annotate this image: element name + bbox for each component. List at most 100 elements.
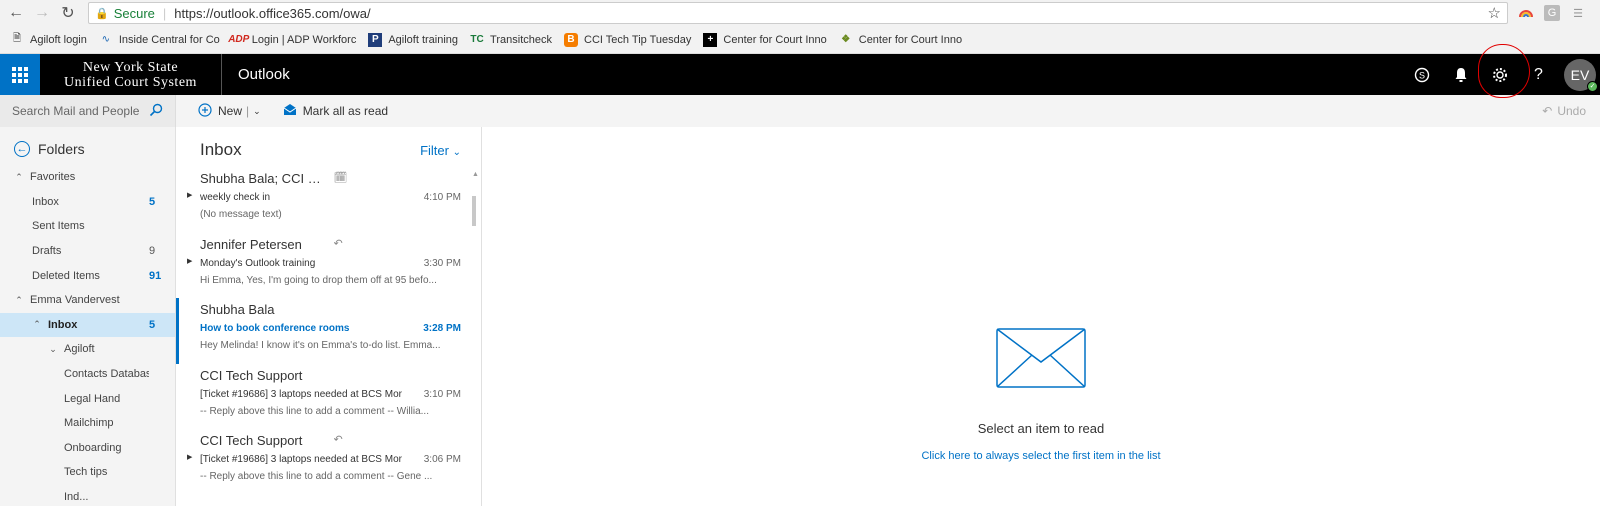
message-item[interactable]: ▶ Shubha Bala; CCI Media Roo... 🗓 weekly ch…	[176, 167, 481, 233]
folder-label: Inbox	[48, 318, 78, 331]
back-icon[interactable]: ←	[6, 3, 26, 23]
message-item[interactable]: CCI Tech Support [Ticket #19686] 3 laptop…	[176, 364, 481, 430]
message-sender: Shubha Bala	[200, 302, 275, 317]
reload-icon[interactable]: ↻	[58, 3, 78, 23]
url-separator: |	[162, 5, 167, 21]
settings-gear-icon[interactable]	[1478, 44, 1530, 98]
bookmark-item[interactable]: TC Transitcheck	[470, 33, 552, 47]
message-sender: CCI Tech Support	[200, 367, 303, 383]
folder-item[interactable]: ⌄ Agiloft	[0, 337, 175, 362]
extension-rainbow-icon[interactable]	[1518, 5, 1534, 21]
bookmark-label: Login | ADP Workforc	[251, 33, 357, 46]
folder-label: Agiloft	[64, 343, 95, 356]
browser-menu-icon[interactable]: ☰	[1570, 5, 1586, 21]
bookmark-label: Agiloft login	[30, 33, 87, 46]
folder-list: ⌃ Favorites Inbox 5 Sent Items Drafts 9 Deleted…	[0, 165, 175, 506]
bookmark-item[interactable]: ❖ Center for Court Inno	[839, 33, 962, 47]
chevron-down-icon[interactable]: ⌄	[253, 106, 261, 117]
bookmark-item[interactable]: B CCI Tech Tip Tuesday	[564, 32, 692, 47]
folder-item[interactable]: ⌃ Emma Vandervest	[0, 288, 175, 313]
notifications-bell-icon[interactable]	[1441, 54, 1480, 95]
bookmark-item[interactable]: 🗎 Agiloft login	[10, 33, 87, 47]
new-button[interactable]: New | ⌄	[198, 102, 261, 120]
avatar[interactable]: EV ✓	[1564, 58, 1598, 92]
expand-conversation-icon[interactable]: ▶	[187, 191, 192, 199]
message-item[interactable]: ▶ Jennifer Petersen ↶ Monday's Outlook trai…	[176, 233, 481, 299]
bookmark-label: CCI Tech Tip Tuesday	[584, 33, 692, 46]
message-time: 3:28 PM	[423, 323, 461, 334]
search-placeholder: Search Mail and People	[12, 104, 140, 118]
message-item[interactable]: Shubha Bala How to book conference rooms 3…	[176, 298, 481, 364]
url-text[interactable]: https://outlook.office365.com/owa/	[174, 6, 1487, 21]
folder-label: Tech tips	[64, 466, 108, 479]
org-line2: Unified Court System	[64, 74, 197, 90]
suite-bar: New York State Unified Court System Outl…	[0, 44, 1600, 98]
unread-count: 9	[149, 245, 156, 258]
skype-icon[interactable]: S	[1402, 54, 1441, 95]
folder-item[interactable]: Drafts 9	[0, 239, 175, 264]
page-icon: 🗎	[12, 33, 22, 44]
undo-button[interactable]: ↶ Undo	[1542, 104, 1586, 118]
bookmark-item[interactable]: ADP Login | ADP Workforc	[228, 33, 357, 47]
message-preview: -- Reply above this line to add a commen…	[200, 471, 433, 482]
chevron-up-icon[interactable]: ⌃	[14, 172, 24, 183]
select-first-item-link[interactable]: Click here to always select the first it…	[921, 450, 1160, 462]
chevron-up-icon[interactable]: ⌃	[14, 295, 24, 306]
folder-item[interactable]: Legal Hand	[0, 386, 175, 411]
message-subject: [Ticket #19686] 3 laptops needed at BCS …	[200, 454, 402, 465]
unread-count: 5	[149, 318, 156, 331]
scroll-up-icon[interactable]: ▲	[472, 171, 479, 178]
app-name[interactable]: Outlook	[238, 66, 290, 83]
bookmark-item[interactable]: + Center for Court Inno	[703, 32, 827, 47]
folder-item[interactable]: Tech tips	[0, 460, 175, 485]
message-item[interactable]: ▶ CCI Tech Support ↶ [Ticket #19686] 3 lapt…	[176, 429, 481, 495]
extension-g-icon[interactable]: G	[1544, 5, 1560, 21]
calendar-icon: 🗓	[333, 172, 348, 184]
plus-icon: +	[703, 32, 718, 47]
app-launcher-icon[interactable]	[0, 54, 40, 95]
folder-item[interactable]: Sent Items	[0, 214, 175, 239]
message-sender: CCI Tech Support	[200, 433, 303, 448]
bookmark-item[interactable]: ∿ Inside Central for Co	[99, 33, 220, 47]
folder-label: Favorites	[30, 171, 76, 184]
list-title: Inbox	[200, 140, 242, 159]
expand-conversation-icon[interactable]: ▶	[187, 453, 192, 461]
folder-item[interactable]: Deleted Items 91	[0, 263, 175, 288]
mark-all-read-button[interactable]: Mark all as read	[283, 103, 388, 119]
message-time: 3:06 PM	[423, 454, 461, 465]
message-subject: How to book conference rooms	[200, 323, 350, 334]
chevron-up-icon[interactable]: ⌃	[32, 319, 42, 330]
folder-item[interactable]: Mailchimp	[0, 411, 175, 436]
undo-icon: ↶	[1542, 104, 1553, 118]
plus-circle-icon	[198, 102, 212, 120]
folder-item[interactable]: ⌃ Favorites	[0, 165, 175, 190]
reply-icon: ↶	[333, 434, 343, 446]
folder-item[interactable]: Inbox 5	[0, 190, 175, 215]
forward-icon[interactable]: →	[32, 3, 52, 23]
scroll-thumb[interactable]	[472, 196, 476, 226]
bookmark-item[interactable]: P Agiloft training	[368, 32, 458, 47]
folders-header[interactable]: ← Folders	[0, 133, 175, 165]
chevron-down-icon: ⌄	[452, 146, 461, 158]
folder-item[interactable]: Contacts Databas	[0, 362, 175, 387]
search-icon[interactable]	[149, 103, 163, 120]
undo-label: Undo	[1557, 104, 1586, 118]
folder-item[interactable]: ⌃ Inbox 5	[0, 312, 175, 338]
folder-label: Legal Hand	[64, 392, 121, 405]
address-bar[interactable]: 🔒 Secure | https://outlook.office365.com…	[88, 2, 1508, 24]
back-arrow-icon[interactable]: ←	[14, 141, 30, 157]
chevron-down-icon[interactable]: ⌄	[48, 344, 58, 355]
scrollbar[interactable]: ▲	[472, 171, 479, 506]
search-input[interactable]: Search Mail and People	[0, 95, 176, 127]
envelope-icon	[996, 328, 1086, 393]
expand-conversation-icon[interactable]: ▶	[187, 257, 192, 265]
folder-item[interactable]: Onboarding	[0, 436, 175, 461]
new-separator: |	[246, 104, 250, 118]
filter-button[interactable]: Filter ⌄	[420, 143, 461, 158]
bookmark-star-icon[interactable]: ☆	[1488, 4, 1501, 22]
folder-item[interactable]: Ind...	[0, 485, 175, 506]
reading-pane: Select an item to read Click here to alw…	[482, 127, 1600, 506]
svg-text:S: S	[1418, 70, 1424, 80]
org-logo[interactable]: New York State Unified Court System	[40, 54, 222, 95]
tc-icon: TC	[470, 34, 484, 45]
